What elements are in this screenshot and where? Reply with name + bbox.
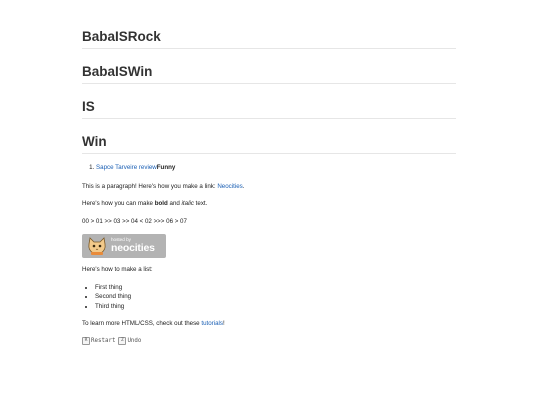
list-intro: Here's how to make a list: xyxy=(82,266,153,273)
undo-key: Z xyxy=(118,336,127,345)
formatting-paragraph: Here's how you can make bold and italic … xyxy=(82,199,456,209)
review-link[interactable]: Sapce Tarveire review xyxy=(96,164,157,171)
learn-more-text: To learn more HTML/CSS, check out these xyxy=(82,320,202,327)
list-item: Second thing xyxy=(95,292,456,302)
heading-block: BabaISWin xyxy=(82,61,456,84)
heading-block: IS xyxy=(82,96,456,119)
learn-more-paragraph: To learn more HTML/CSS, check out these … xyxy=(82,319,456,329)
restart-label: Restart xyxy=(91,337,116,344)
badge-big-text: neocities xyxy=(111,242,155,255)
intro-text: This is a paragraph! Here's how you make… xyxy=(82,182,218,190)
things-list: First thing Second thing Third thing xyxy=(82,283,456,312)
funny-label: Funny xyxy=(156,164,176,171)
formatting-text-middle: and xyxy=(167,200,182,207)
restart-control[interactable]: R Restart xyxy=(82,336,116,345)
heading-block: Win xyxy=(82,131,456,154)
list-item: First thing xyxy=(95,283,456,293)
undo-label: Undo xyxy=(127,337,142,344)
tutorials-link[interactable]: tutorials xyxy=(201,320,223,327)
intro-text-end: . xyxy=(242,182,245,190)
undo-control[interactable]: Z Undo xyxy=(118,336,142,345)
heading-is: IS xyxy=(82,96,456,119)
formatting-text-end: text. xyxy=(193,200,208,207)
sequence-paragraph: 00 > 01 >> 03 >> 04 < 02 >>> 06 > 07 xyxy=(82,217,187,225)
neocities-cat-icon xyxy=(88,237,106,255)
badge-text: hosted by neocities xyxy=(111,238,155,253)
page-content: BabaISRock BabaISWin IS Win Sapce Tarvei… xyxy=(82,26,456,345)
formatting-text: Here's how you can make xyxy=(82,200,155,207)
heading-babaiswin: BabaISWin xyxy=(82,61,456,84)
neocities-link[interactable]: Neocities xyxy=(217,183,242,190)
review-list-item: Sapce Tarveire reviewFunny xyxy=(96,163,456,173)
restart-key: R xyxy=(82,336,90,345)
learn-more-text-end: ! xyxy=(223,320,225,327)
heading-block: BabaISRock xyxy=(82,26,456,49)
bold-word: bold xyxy=(154,200,168,207)
italic-word: italic xyxy=(181,200,194,207)
game-controls: R Restart Z Undo xyxy=(82,336,456,345)
heading-babaisrock: BabaISRock xyxy=(82,26,456,49)
list-item: Third thing xyxy=(95,302,456,312)
intro-paragraph: This is a paragraph! Here's how you make… xyxy=(82,182,456,192)
review-list: Sapce Tarveire reviewFunny xyxy=(82,163,456,173)
heading-win: Win xyxy=(82,131,456,154)
neocities-badge[interactable]: hosted by neocities xyxy=(82,234,166,258)
